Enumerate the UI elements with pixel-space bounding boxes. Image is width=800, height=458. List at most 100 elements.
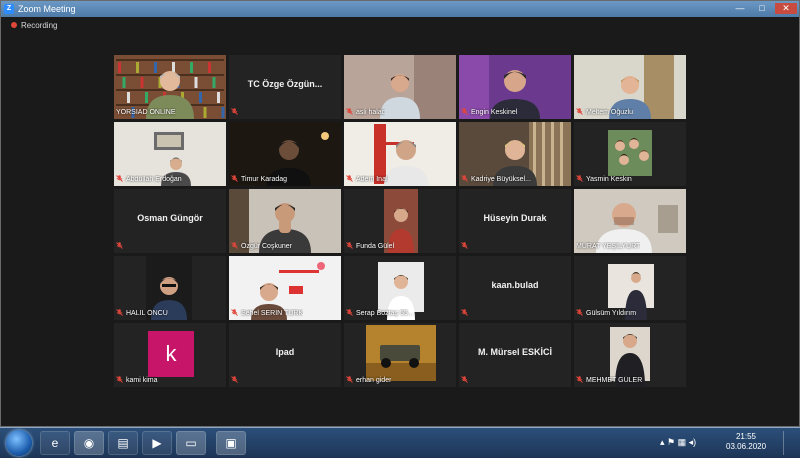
participant-tile[interactable]: Özgür Coşkuner xyxy=(229,189,341,253)
media-player-icon[interactable]: ▶ xyxy=(142,431,172,455)
participant-label: asli halac xyxy=(346,108,385,117)
recording-label: Recording xyxy=(21,21,58,30)
participant-tile[interactable]: Timur Karadag xyxy=(229,122,341,186)
participant-name: MURAT YEŞİLYURT xyxy=(576,243,641,250)
participant-label: Adem İnal xyxy=(346,175,388,184)
participant-label: Engin Keskinel xyxy=(461,108,517,117)
participant-tile[interactable]: Hüseyin Durak xyxy=(459,189,571,253)
participant-name: YÖRSİAD ONLİNE xyxy=(116,109,176,116)
participant-name: Sehel SERİN TÜRK xyxy=(241,310,304,317)
participant-tile[interactable]: Engin Keskinel xyxy=(459,55,571,119)
participant-label: HALİL ÖNCÜ xyxy=(116,309,168,318)
participant-label: Sehel SERİN TÜRK xyxy=(231,309,303,318)
participant-tile[interactable]: Serap Boztaş 55... xyxy=(344,256,456,320)
participant-label: Yasmin Keskin xyxy=(576,175,632,184)
mic-muted-icon xyxy=(231,309,238,316)
mic-muted-icon xyxy=(116,242,123,249)
zoom-logo-icon: Z xyxy=(4,4,14,14)
participant-name: Timur Karadag xyxy=(241,176,288,183)
participant-name-center: M. Mürsel ESKİCİ xyxy=(477,347,552,357)
windows-taskbar: e ◉ ▤ ▶ ▭ ▣ ▴ ⚑ ▦ ◂) 21:55 03.06.2020 xyxy=(0,427,800,458)
participant-tile[interactable]: Sehel SERİN TÜRK xyxy=(229,256,341,320)
participant-name: Abdullah Erdoğan xyxy=(126,176,182,183)
mic-muted-icon xyxy=(461,175,468,182)
maximize-button[interactable]: □ xyxy=(753,3,771,14)
mic-muted-icon xyxy=(231,242,238,249)
participant-label: MEHMET GÜLER xyxy=(576,376,642,385)
participant-tile[interactable]: kaan.bulad xyxy=(459,256,571,320)
participant-tile[interactable]: MEHMET GÜLER xyxy=(574,323,686,387)
participant-label: Timur Karadag xyxy=(231,175,287,184)
participant-label xyxy=(231,376,241,385)
recording-indicator: Recording xyxy=(11,20,57,31)
participant-name-center: Hüseyin Durak xyxy=(483,213,547,223)
window-title: Zoom Meeting xyxy=(18,4,76,14)
participant-name: Funda Gülel xyxy=(356,243,395,250)
participant-name: Özgür Coşkuner xyxy=(241,243,292,250)
start-button[interactable] xyxy=(6,430,32,456)
participant-label: Serap Boztaş 55... xyxy=(346,309,414,318)
mic-muted-icon xyxy=(576,175,583,182)
show-desktop-button[interactable] xyxy=(783,431,792,455)
mic-muted-icon xyxy=(461,108,468,115)
participant-name: Kadriye Büyüksel... xyxy=(471,176,531,183)
participant-label: Meltem Oğuzlu xyxy=(576,108,633,117)
participant-tile[interactable]: M. Mürsel ESKİCİ xyxy=(459,323,571,387)
clock[interactable]: 21:55 03.06.2020 xyxy=(726,432,766,452)
title-bar: Z Zoom Meeting — □ ✕ xyxy=(1,1,799,17)
participant-label: kami kima xyxy=(116,376,158,385)
participant-tile[interactable]: k kami kima xyxy=(114,323,226,387)
mic-muted-icon xyxy=(576,309,583,316)
mic-muted-icon xyxy=(116,376,123,383)
participant-label: Kadriye Büyüksel... xyxy=(461,175,531,184)
participant-tile[interactable]: YÖRSİAD ONLİNE xyxy=(114,55,226,119)
participant-name-center: TC Özge Özgün... xyxy=(247,79,323,89)
chrome-icon[interactable]: ◉ xyxy=(74,431,104,455)
mic-muted-icon xyxy=(231,175,238,182)
participant-tile[interactable]: Abdullah Erdoğan xyxy=(114,122,226,186)
mic-muted-icon xyxy=(461,376,468,383)
mic-muted-icon xyxy=(576,108,583,115)
participant-label: Özgür Coşkuner xyxy=(231,242,292,251)
participant-tile[interactable]: Ipad xyxy=(229,323,341,387)
zoom-icon[interactable]: ▣ xyxy=(216,431,246,455)
participant-label: Funda Gülel xyxy=(346,242,394,251)
participant-label: YÖRSİAD ONLİNE xyxy=(116,108,176,117)
window-icon[interactable]: ▭ xyxy=(176,431,206,455)
participant-avatar: k xyxy=(148,331,194,377)
participant-tile[interactable]: Gülsüm Yıldırım xyxy=(574,256,686,320)
participant-tile[interactable]: erhan gider xyxy=(344,323,456,387)
system-tray: ▴ ⚑ ▦ ◂) 21:55 03.06.2020 xyxy=(656,428,796,458)
participant-tile[interactable]: Adem İnal xyxy=(344,122,456,186)
close-button[interactable]: ✕ xyxy=(775,3,797,14)
participant-label xyxy=(231,108,241,117)
clock-time: 21:55 xyxy=(735,432,757,441)
participant-name: HALİL ÖNCÜ xyxy=(126,310,168,317)
ie-icon[interactable]: e xyxy=(40,431,70,455)
participant-name: kami kima xyxy=(126,377,158,384)
participant-tile[interactable]: Yasmin Keskin xyxy=(574,122,686,186)
participant-tile[interactable]: Osman Güngör xyxy=(114,189,226,253)
participant-tile[interactable]: asli halac xyxy=(344,55,456,119)
participant-tile[interactable]: MURAT YEŞİLYURT xyxy=(574,189,686,253)
tray-arrow-icon[interactable]: ▴ ⚑ ▦ ◂) xyxy=(660,437,696,448)
participant-name-center: kaan.bulad xyxy=(491,280,539,290)
participant-label xyxy=(461,242,471,251)
participant-name: Gülsüm Yıldırım xyxy=(586,310,637,317)
participant-label: erhan gider xyxy=(346,376,391,385)
mic-muted-icon xyxy=(576,376,583,383)
mic-muted-icon xyxy=(231,376,238,383)
participant-tile[interactable]: Meltem Oğuzlu xyxy=(574,55,686,119)
participant-name: Adem İnal xyxy=(356,176,388,183)
participant-tile[interactable]: HALİL ÖNCÜ xyxy=(114,256,226,320)
mic-muted-icon xyxy=(346,175,353,182)
folder-icon[interactable]: ▤ xyxy=(108,431,138,455)
mic-muted-icon xyxy=(346,376,353,383)
participant-label: MURAT YEŞİLYURT xyxy=(576,242,640,251)
participant-tile[interactable]: Kadriye Büyüksel... xyxy=(459,122,571,186)
participant-name: asli halac xyxy=(356,109,386,116)
mic-muted-icon xyxy=(231,108,238,115)
minimize-button[interactable]: — xyxy=(731,3,749,14)
participant-tile[interactable]: Funda Gülel xyxy=(344,189,456,253)
participant-tile[interactable]: TC Özge Özgün... xyxy=(229,55,341,119)
